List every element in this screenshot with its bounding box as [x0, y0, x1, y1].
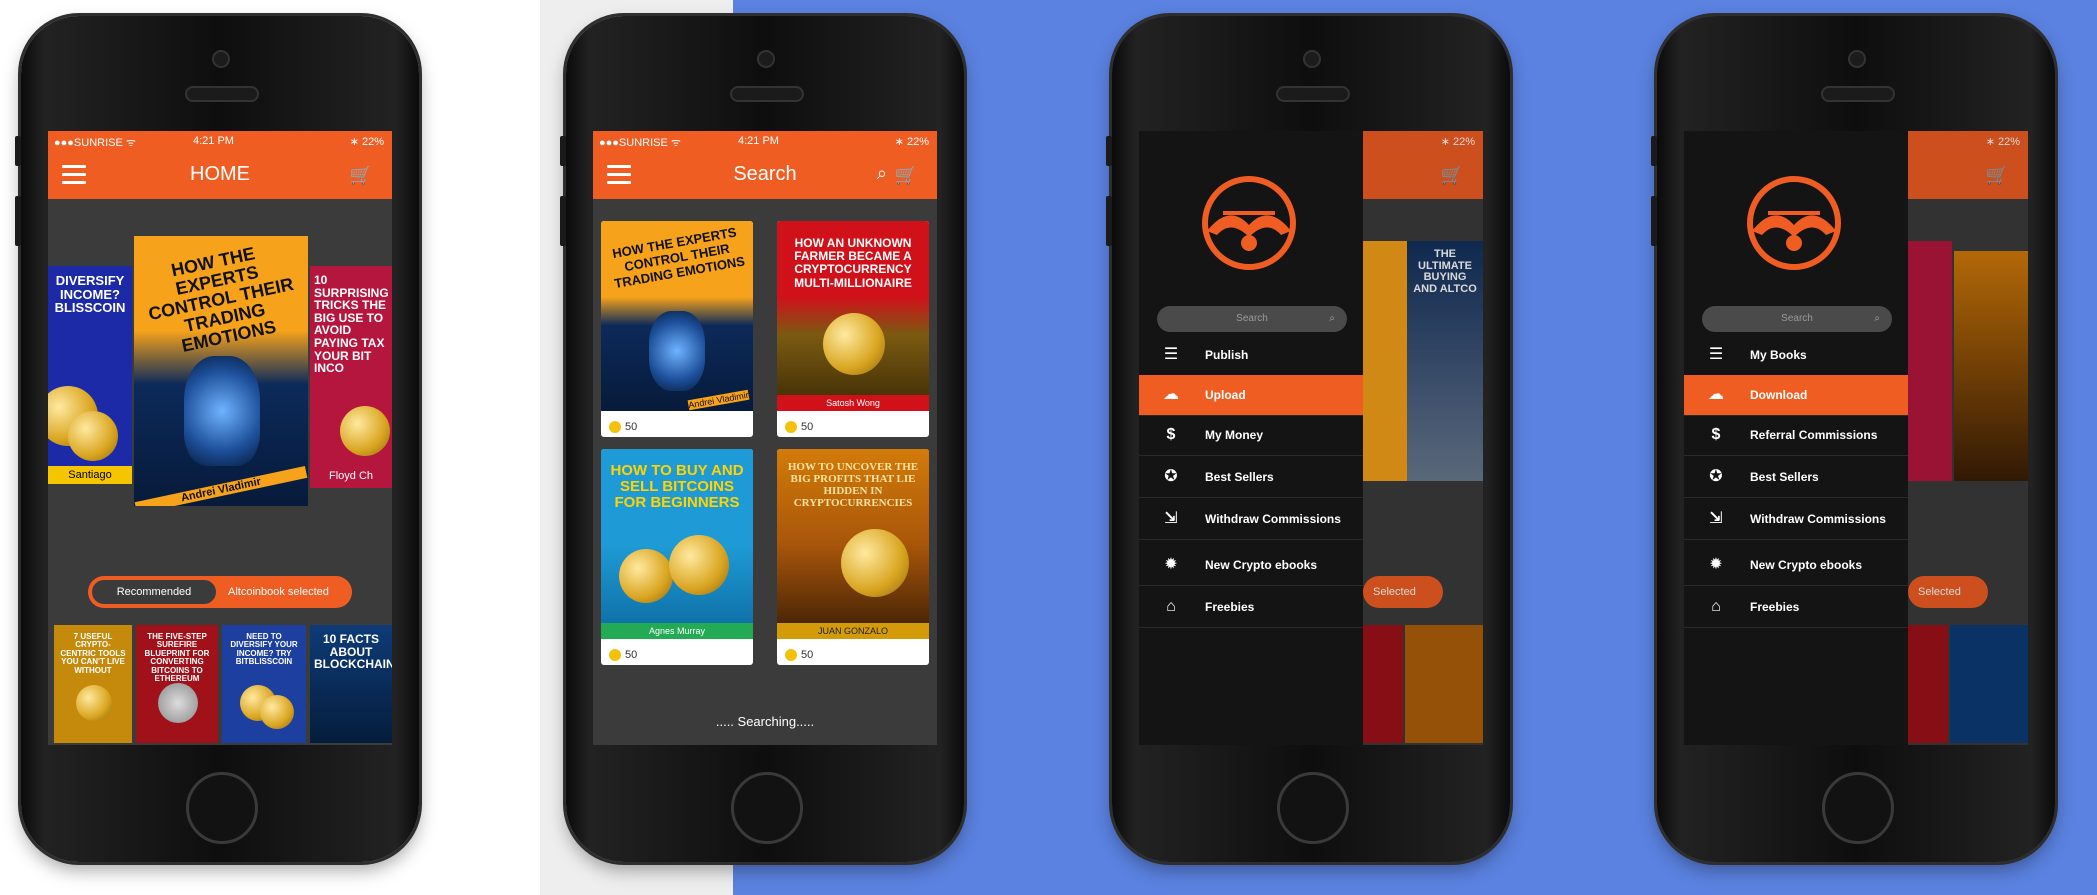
- money-bag-icon: $: [1166, 426, 1176, 443]
- searching-indicator: ..... Searching.....: [715, 714, 815, 729]
- home-screen: ●●●SUNRISE ᯤ 4:21 PM ∗ 22% HOME 🛒 DIVERS…: [48, 131, 392, 745]
- camera: [212, 50, 230, 68]
- speaker: [185, 86, 259, 102]
- menu-item-freebies[interactable]: ⌂ Freebies: [1139, 587, 1363, 628]
- search-screen: ●●●SUNRISE ᯤ 4:21 PM ∗ 22% Search ⌕ 🛒 HO…: [593, 131, 937, 745]
- status-bar: ●●●SUNRISE ᯤ 4:21 PM ∗ 22%: [593, 131, 937, 151]
- side-drawer: Search ⌕ ☰ My Books ☁ Download $ Referral…: [1684, 131, 1908, 745]
- new-badge-icon: ✹: [1164, 556, 1178, 573]
- brand-logo: [1747, 176, 1841, 270]
- menu-item-my-money[interactable]: $ My Money: [1139, 415, 1363, 456]
- home-button[interactable]: [1277, 772, 1349, 844]
- menu-item-withdraw-commissions[interactable]: ⇲ Withdraw Commissions: [1139, 499, 1363, 540]
- phone-search: ●●●SUNRISE ᯤ 4:21 PM ∗ 22% Search ⌕ 🛒 HO…: [560, 16, 964, 862]
- speaker: [1821, 86, 1895, 102]
- camera: [1848, 50, 1866, 68]
- carousel-book-left[interactable]: DIVERSIFY INCOME? BLISSCOIN Santiago: [48, 266, 132, 484]
- money-bag-icon: $: [1711, 426, 1721, 443]
- price: 50: [785, 421, 813, 433]
- app-bar: Search ⌕ 🛒: [593, 151, 937, 199]
- phone-drawer-reader: ∗ 22% 🛒 Selected Search ⌕ ☰ My Books ☁ D…: [1651, 16, 2055, 862]
- carousel-book-center[interactable]: HOW THE EXPERTS CONTROL THEIR TRADING EM…: [134, 236, 308, 506]
- menu-item-freebies[interactable]: ⌂ Freebies: [1684, 587, 1908, 628]
- new-badge-icon: ✹: [1709, 556, 1723, 573]
- carousel-book-right[interactable]: 10 SURPRISING TRICKS THE BIG USE TO AVOI…: [310, 266, 392, 488]
- tab-recommended[interactable]: Recommended: [92, 580, 216, 604]
- coin-icon: [609, 421, 621, 433]
- menu-item-new-crypto-ebooks[interactable]: ✹ New Crypto ebooks: [1139, 545, 1363, 586]
- drawer-search-input[interactable]: Search ⌕: [1157, 306, 1347, 332]
- menu-item-best-sellers[interactable]: ✪ Best Sellers: [1139, 457, 1363, 498]
- app-bar: HOME 🛒: [48, 151, 392, 199]
- page-title: HOME: [190, 163, 250, 185]
- menu-item-publish[interactable]: ☰ Publish: [1139, 335, 1363, 376]
- home-button[interactable]: [731, 772, 803, 844]
- shelf-book[interactable]: 7 USEFUL CRYPTO-CENTRIC TOOLS YOU CAN'T …: [54, 625, 132, 743]
- drawer-screen: ∗ 22% 🛒 Selected Search ⌕ ☰ My Books ☁ D…: [1684, 131, 2028, 745]
- search-icon[interactable]: ⌕: [877, 163, 887, 184]
- book-card[interactable]: HOW THE EXPERTS CONTROL THEIR TRADING EM…: [601, 221, 753, 437]
- book-card[interactable]: HOW TO BUY AND SELL BITCOINS FOR BEGINNE…: [601, 449, 753, 665]
- side-drawer: Search ⌕ ☰ Publish ☁ Upload $ My Money ✪ …: [1139, 131, 1363, 745]
- cloud-download-icon: ☁: [1708, 386, 1724, 403]
- shelf-book[interactable]: 10 FACTS ABOUT BLOCKCHAIN: [310, 625, 392, 743]
- cloud-upload-icon: ☁: [1163, 386, 1179, 403]
- price: 50: [785, 649, 813, 661]
- ribbon-icon: ✪: [1709, 468, 1723, 485]
- coin-icon: [609, 649, 621, 661]
- carrier: ●●●SUNRISE ᯤ: [599, 137, 681, 149]
- clock: 4:21 PM: [193, 135, 234, 147]
- drawer-scrim[interactable]: [1363, 131, 1483, 745]
- tag-icon: ⌂: [1166, 598, 1176, 615]
- menu-item-withdraw-commissions[interactable]: ⇲ Withdraw Commissions: [1684, 499, 1908, 540]
- carrier: ●●●SUNRISE ᯤ: [54, 137, 136, 149]
- price: 50: [609, 421, 637, 433]
- brand-logo: [1202, 176, 1296, 270]
- phone-home: ●●●SUNRISE ᯤ 4:21 PM ∗ 22% HOME 🛒 DIVERS…: [15, 16, 419, 862]
- book-card[interactable]: HOW AN UNKNOWN FARMER BECAME A CRYPTOCUR…: [777, 221, 929, 437]
- shelf-book[interactable]: NEED TO DIVERSIFY YOUR INCOME? TRY BITBL…: [222, 625, 306, 743]
- menu-item-best-sellers[interactable]: ✪ Best Sellers: [1684, 457, 1908, 498]
- menu-item-referral-commissions[interactable]: $ Referral Commissions: [1684, 415, 1908, 456]
- withdraw-icon: ⇲: [1709, 510, 1723, 527]
- home-button[interactable]: [186, 772, 258, 844]
- shelf-book[interactable]: THE FIVE-STEP SUREFIRE BLUEPRINT FOR CON…: [136, 625, 218, 743]
- status-bar: ●●●SUNRISE ᯤ 4:21 PM ∗ 22%: [48, 131, 392, 151]
- tag-icon: ⌂: [1711, 598, 1721, 615]
- coin-icon: [785, 421, 797, 433]
- withdraw-icon: ⇲: [1164, 510, 1178, 527]
- carousel-toggle: Recommended Altcoinbook selected: [88, 576, 352, 608]
- book-card[interactable]: HOW TO UNCOVER THE BIG PROFITS THAT LIE …: [777, 449, 929, 665]
- ribbon-icon: ✪: [1164, 468, 1178, 485]
- phone-drawer-publisher: ∗ 22% 🛒 THE ULTIMATE BUYING AND ALTCO Se…: [1106, 16, 1510, 862]
- speaker: [1276, 86, 1350, 102]
- battery: ∗ 22%: [349, 136, 384, 148]
- camera: [757, 50, 775, 68]
- drawer-scrim[interactable]: [1908, 131, 2028, 745]
- menu-item-upload[interactable]: ☁ Upload: [1139, 375, 1363, 416]
- tab-altcoinbook-selected[interactable]: Altcoinbook selected: [228, 576, 329, 608]
- menu-item-download[interactable]: ☁ Download: [1684, 375, 1908, 416]
- home-button[interactable]: [1822, 772, 1894, 844]
- books-icon: ☰: [1163, 346, 1179, 363]
- books-icon: ☰: [1708, 346, 1724, 363]
- drawer-search-input[interactable]: Search ⌕: [1702, 306, 1892, 332]
- speaker: [730, 86, 804, 102]
- battery: ∗ 22%: [894, 136, 929, 148]
- camera: [1303, 50, 1321, 68]
- search-icon: ⌕: [1874, 313, 1880, 324]
- cart-icon[interactable]: 🛒: [350, 165, 372, 186]
- clock: 4:21 PM: [738, 135, 779, 147]
- search-icon: ⌕: [1329, 313, 1335, 324]
- cart-icon[interactable]: 🛒: [895, 165, 917, 186]
- menu-item-new-crypto-ebooks[interactable]: ✹ New Crypto ebooks: [1684, 545, 1908, 586]
- drawer-screen: ∗ 22% 🛒 THE ULTIMATE BUYING AND ALTCO Se…: [1139, 131, 1483, 745]
- menu-item-my-books[interactable]: ☰ My Books: [1684, 335, 1908, 376]
- price: 50: [609, 649, 637, 661]
- coin-icon: [785, 649, 797, 661]
